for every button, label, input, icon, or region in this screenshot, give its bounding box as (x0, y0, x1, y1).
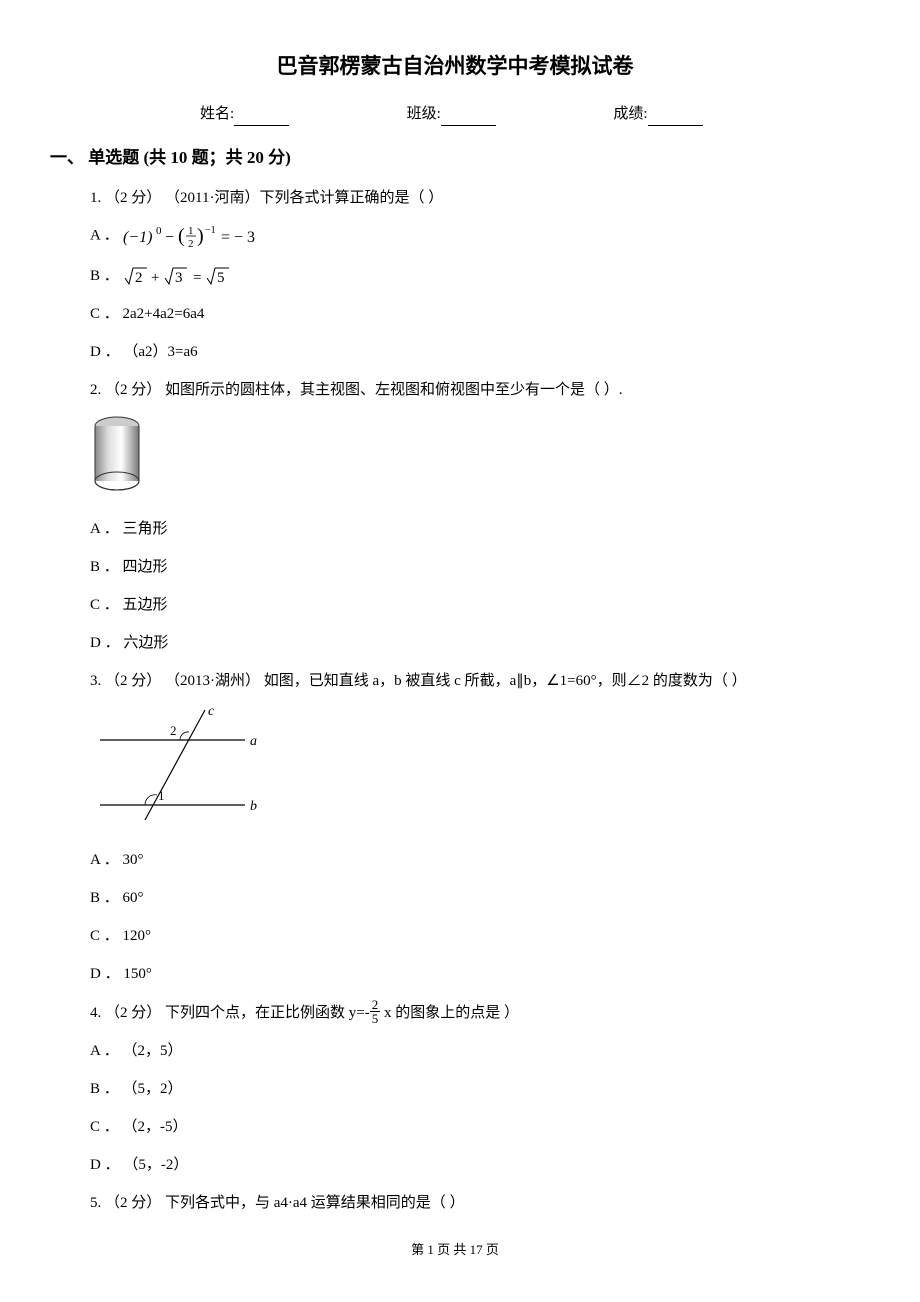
q3-optD: D ． 150° (90, 962, 850, 986)
svg-text:=: = (193, 270, 201, 286)
svg-text:+: + (151, 270, 159, 286)
q3-optC: C ． 120° (90, 924, 850, 948)
q1-optA: A ． (−1) 0 − ( 1 2 ) −1 = − 3 (90, 222, 850, 250)
q2-optA: A ． 三角形 (90, 517, 850, 541)
q3-optA: A ． 30° (90, 848, 850, 872)
q1-optB: B ． 2 + 3 = 5 (90, 264, 850, 289)
score-label: 成绩: (613, 102, 647, 126)
svg-text:1: 1 (188, 225, 194, 237)
svg-text:5: 5 (217, 270, 225, 286)
info-row: 姓名: 班级: 成绩: (200, 102, 850, 126)
math-eq2: 2 + 3 = 5 (123, 264, 243, 288)
name-field: 姓名: (200, 102, 289, 126)
q2-optC: C ． 五边形 (90, 593, 850, 617)
svg-text:2: 2 (170, 723, 177, 738)
svg-text:= − 3: = − 3 (221, 229, 255, 246)
q3-optB: B ． 60° (90, 886, 850, 910)
q4-optC: C ． （2，-5） (90, 1115, 850, 1139)
svg-text:3: 3 (175, 270, 183, 286)
svg-text:0: 0 (156, 225, 162, 237)
class-field: 班级: (407, 102, 496, 126)
q4-optD: D ． （5，-2） (90, 1153, 850, 1177)
svg-text:c: c (208, 705, 215, 719)
class-blank[interactable] (441, 110, 496, 126)
math-eq1: (−1) 0 − ( 1 2 ) −1 = − 3 (123, 222, 273, 250)
q5-stem: 5. （2 分） 下列各式中，与 a4·a4 运算结果相同的是（ ） (90, 1191, 850, 1215)
class-label: 班级: (407, 102, 441, 126)
q4-optA: A ． （2，5） (90, 1039, 850, 1063)
svg-text:−1: −1 (205, 225, 216, 236)
q4-frac-den: 5 (370, 1012, 381, 1025)
section-1-header: 一、 单选题 (共 10 题；共 20 分) (50, 144, 850, 171)
q4-fraction: 25 (370, 998, 381, 1025)
svg-text:): ) (197, 225, 204, 247)
q4-stem-pre: 4. （2 分） 下列四个点，在正比例函数 y=- (90, 1005, 370, 1021)
q2-figure (90, 414, 850, 502)
svg-text:1: 1 (158, 788, 165, 803)
svg-text:−: − (165, 229, 174, 246)
svg-text:b: b (250, 799, 257, 814)
q1-optD: D ． （a2）3=a6 (90, 340, 850, 364)
q2-optD: D ． 六边形 (90, 631, 850, 655)
q2-optB: B ． 四边形 (90, 555, 850, 579)
q4-stem-post: x 的图象上的点是 ） (380, 1005, 519, 1021)
svg-text:(: ( (178, 225, 185, 247)
q4-frac-num: 2 (370, 998, 381, 1012)
page-title: 巴音郭楞蒙古自治州数学中考模拟试卷 (60, 50, 850, 84)
q1-optC: C ． 2a2+4a2=6a4 (90, 302, 850, 326)
q2-stem: 2. （2 分） 如图所示的圆柱体，其主视图、左视图和俯视图中至少有一个是（ ）… (90, 378, 850, 402)
score-field: 成绩: (613, 102, 702, 126)
svg-text:(−1): (−1) (123, 229, 152, 246)
score-blank[interactable] (648, 110, 703, 126)
q1-optA-prefix: A ． (90, 227, 119, 243)
q4-optB: B ． （5，2） (90, 1077, 850, 1101)
q1-optB-prefix: B ． (90, 268, 119, 284)
cylinder-icon (90, 414, 145, 494)
svg-text:a: a (250, 734, 257, 749)
q1-stem: 1. （2 分） （2011·河南）下列各式计算正确的是（ ） (90, 186, 850, 210)
q3-figure: a b c 2 1 (90, 705, 850, 833)
page-footer: 第 1 页 共 17 页 (60, 1240, 850, 1261)
name-blank[interactable] (234, 110, 289, 126)
svg-text:2: 2 (188, 238, 194, 250)
q3-stem: 3. （2 分） （2013·湖州） 如图，已知直线 a，b 被直线 c 所截，… (90, 669, 850, 693)
name-label: 姓名: (200, 102, 234, 126)
svg-text:2: 2 (135, 270, 143, 286)
q4-stem: 4. （2 分） 下列四个点，在正比例函数 y=-25 x 的图象上的点是 ） (90, 1000, 850, 1027)
parallel-lines-icon: a b c 2 1 (90, 705, 265, 825)
